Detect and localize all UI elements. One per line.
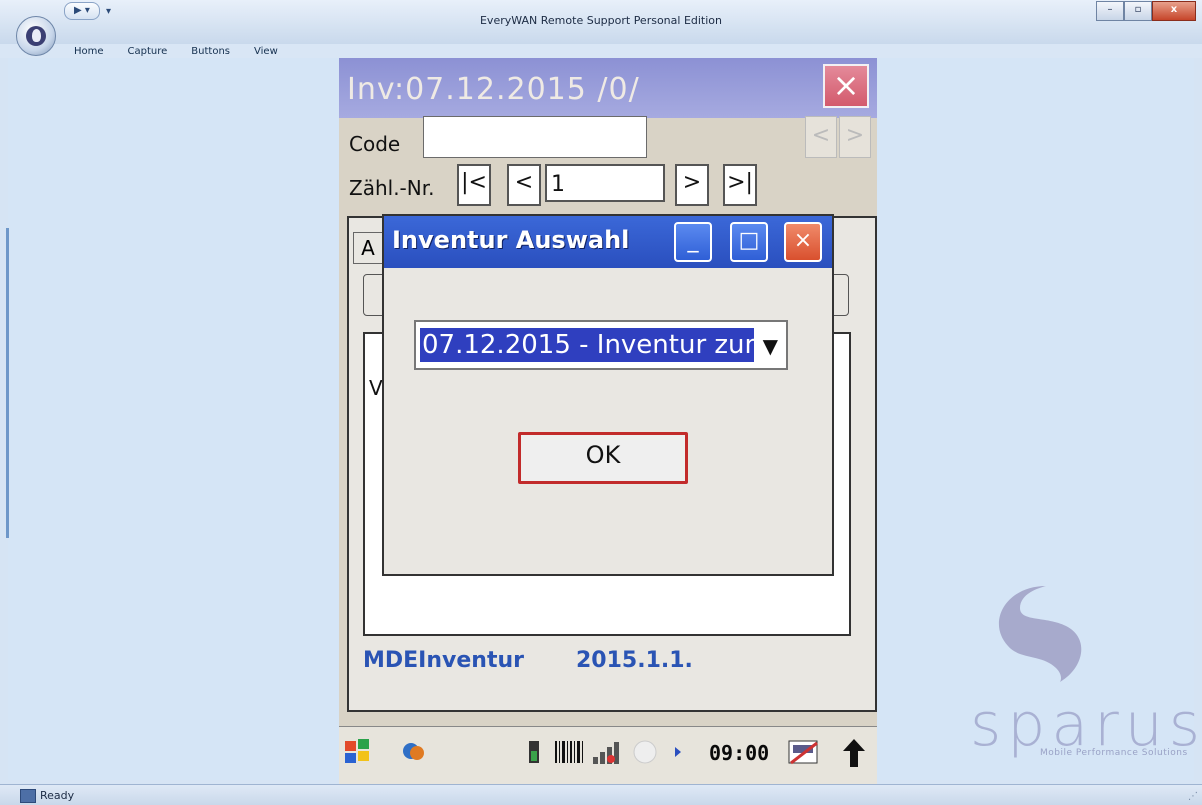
next-button[interactable]: > (675, 164, 709, 206)
clock-icon (631, 737, 681, 773)
last-button[interactable]: >| (723, 164, 757, 206)
app-name: MDEInventur (363, 648, 524, 673)
zaehl-nr-input[interactable]: 1 (545, 164, 665, 202)
code-prev-button[interactable]: < (805, 116, 837, 158)
windows-flag-icon[interactable] (343, 737, 373, 773)
inventur-auswahl-dialog: Inventur Auswahl _ □ × 07.12.2015 - Inve… (382, 214, 834, 576)
app-menu-orb[interactable] (16, 16, 56, 56)
status-app-icon (20, 789, 36, 803)
device-close-button[interactable]: × (823, 64, 869, 108)
sparus-tagline: Mobile Performance Solutions (1040, 748, 1188, 758)
device-clock[interactable]: 09:00 (709, 741, 769, 765)
tab-capture[interactable]: Capture (116, 46, 180, 57)
left-edge-scrollbar[interactable] (6, 228, 9, 538)
device-taskbar: 09:00 (339, 726, 877, 789)
up-arrow-icon[interactable] (839, 737, 869, 777)
version-row: MDEInventur 2015.1.1. (363, 648, 745, 673)
dialog-minimize-button[interactable]: _ (674, 222, 712, 262)
inventur-select[interactable]: 07.12.2015 - Inventur zum ▼ (414, 320, 788, 370)
code-input[interactable] (423, 116, 647, 158)
close-icon[interactable]: x (1152, 1, 1196, 21)
inventur-select-value: 07.12.2015 - Inventur zum (420, 328, 754, 362)
device-title: Inv:07.12.2015 /0/ (347, 72, 640, 107)
chevron-down-icon[interactable]: ▼ (763, 334, 778, 358)
resize-grip-icon[interactable]: ⋰ (1188, 791, 1198, 802)
status-bar: Ready ⋰ (0, 784, 1202, 805)
window-controls: – ▫ x (1096, 1, 1196, 21)
prev-button[interactable]: < (507, 164, 541, 206)
status-text: Ready (40, 789, 75, 802)
app-logo-icon (26, 26, 46, 46)
maximize-icon[interactable]: ▫ (1124, 1, 1152, 21)
tab-buttons[interactable]: Buttons (179, 46, 242, 57)
ribbon-tabs: Home Capture Buttons View (62, 46, 290, 57)
sync-icon[interactable] (399, 737, 429, 773)
zaehl-nr-label: Zähl.-Nr. (349, 176, 435, 200)
minimize-icon[interactable]: – (1096, 1, 1124, 21)
window-title: EveryWAN Remote Support Personal Edition (479, 14, 723, 27)
signal-icon (591, 737, 625, 773)
tab-a[interactable]: A (353, 232, 383, 264)
battery-icon (525, 737, 549, 773)
window-titlebar: ▶ ▾ ▾ EveryWAN Remote Support Personal E… (0, 0, 1202, 44)
tab-view[interactable]: View (242, 46, 290, 57)
ok-button[interactable]: OK (518, 432, 688, 484)
code-label: Code (349, 132, 401, 156)
first-button[interactable]: |< (457, 164, 491, 206)
dialog-titlebar: Inventur Auswahl _ □ × (384, 216, 832, 268)
code-next-button[interactable]: > (839, 116, 871, 158)
device-titlebar: Inv:07.12.2015 /0/ × (339, 58, 877, 118)
app-version: 2015.1.1. (575, 648, 693, 673)
list-item-prefix: V (369, 376, 383, 400)
dialog-close-button[interactable]: × (784, 222, 822, 262)
tab-home[interactable]: Home (62, 46, 116, 57)
keyboard-icon[interactable] (787, 737, 821, 773)
dialog-maximize-button[interactable]: □ (730, 222, 768, 262)
sparus-logo-icon (998, 586, 1082, 682)
dialog-title: Inventur Auswahl (392, 226, 630, 254)
barcode-icon (553, 737, 589, 773)
